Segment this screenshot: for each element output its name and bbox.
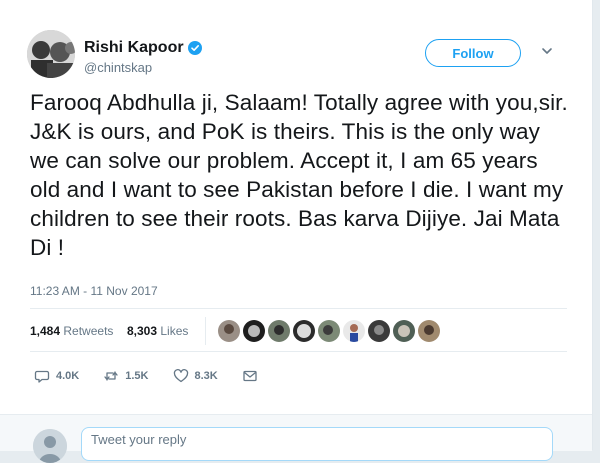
like-icon (173, 368, 188, 383)
verified-badge-icon (187, 41, 202, 55)
liker-avatar[interactable] (343, 320, 365, 342)
retweet-count: 1.5K (125, 370, 149, 382)
retweets-count: 1,484 (30, 324, 61, 338)
retweet-action[interactable]: 1.5K (103, 368, 149, 384)
reply-action[interactable]: 4.0K (34, 368, 79, 384)
liker-avatar[interactable] (368, 320, 390, 342)
tweet-card: Rishi Kapoor @chintskap Follow Farooq Ab… (0, 0, 593, 463)
retweet-icon (104, 371, 118, 381)
user-handle[interactable]: @chintskap (84, 60, 152, 75)
tweet-stats: 1,484 Retweets 8,303 Likes (30, 317, 570, 345)
reply-bar (0, 414, 592, 463)
like-action[interactable]: 8.3K (173, 368, 218, 384)
like-count: 8.3K (194, 370, 218, 382)
liker-avatar[interactable] (243, 320, 265, 342)
stats-divider (205, 317, 206, 345)
likes-stat[interactable]: 8,303 Likes (127, 324, 188, 338)
liker-avatar[interactable] (268, 320, 290, 342)
chevron-down-icon[interactable] (540, 44, 554, 58)
tweet-actions: 4.0K 1.5K 8.3K (34, 366, 282, 386)
tweet-header: Rishi Kapoor @chintskap Follow (27, 30, 567, 80)
likes-count: 8,303 (127, 324, 158, 338)
liker-facepile (218, 317, 440, 345)
direct-message-icon (243, 370, 257, 382)
current-user-avatar (33, 429, 67, 463)
liker-avatar[interactable] (218, 320, 240, 342)
divider (30, 308, 567, 309)
liker-avatar[interactable] (393, 320, 415, 342)
liker-avatar[interactable] (318, 320, 340, 342)
avatar[interactable] (27, 30, 75, 78)
likes-label: Likes (160, 324, 189, 338)
divider (30, 351, 567, 352)
reply-input[interactable] (81, 427, 553, 461)
retweets-label: Retweets (63, 324, 114, 338)
follow-button[interactable]: Follow (425, 39, 521, 67)
direct-message-action[interactable] (242, 368, 258, 384)
liker-avatar[interactable] (418, 320, 440, 342)
display-name[interactable]: Rishi Kapoor (84, 39, 184, 57)
reply-count: 4.0K (56, 370, 80, 382)
tweet-timestamp[interactable]: 11:23 AM - 11 Nov 2017 (30, 284, 158, 298)
retweets-stat[interactable]: 1,484 Retweets (30, 324, 113, 338)
reply-icon (34, 370, 50, 383)
name-row: Rishi Kapoor (84, 39, 202, 57)
liker-avatar[interactable] (293, 320, 315, 342)
tweet-text: Farooq Abdhulla ji, Salaam! Totally agre… (30, 90, 568, 260)
